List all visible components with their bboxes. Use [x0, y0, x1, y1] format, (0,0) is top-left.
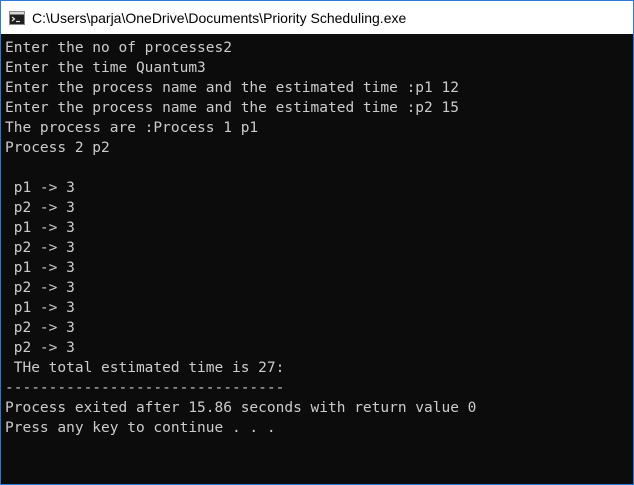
console-window: C:\Users\parja\OneDrive\Documents\Priori… — [0, 0, 634, 485]
console-line: p2 -> 3 — [5, 280, 75, 296]
console-line: p2 -> 3 — [5, 240, 75, 256]
console-line: Enter the process name and the estimated… — [5, 100, 459, 116]
console-line: Enter the time Quantum3 — [5, 60, 206, 76]
console-line: p1 -> 3 — [5, 260, 75, 276]
console-line: p1 -> 3 — [5, 180, 75, 196]
console-line: Enter the no of processes2 — [5, 40, 232, 56]
console-line: p1 -> 3 — [5, 220, 75, 236]
exit-status-line: Process exited after 15.86 seconds with … — [5, 400, 477, 416]
console-app-icon — [9, 10, 25, 25]
separator-line: -------------------------------- — [5, 380, 285, 396]
console-line: The process are :Process 1 p1 — [5, 120, 259, 136]
window-title: C:\Users\parja\OneDrive\Documents\Priori… — [32, 9, 407, 26]
continue-prompt-line: Press any key to continue . . . — [5, 420, 276, 436]
console-line: Enter the process name and the estimated… — [5, 80, 459, 96]
console-line: p2 -> 3 — [5, 340, 75, 356]
console-line: Process 2 p2 — [5, 140, 110, 156]
title-bar[interactable]: C:\Users\parja\OneDrive\Documents\Priori… — [1, 1, 633, 34]
console-line: THe total estimated time is 27: — [5, 360, 285, 376]
console-output[interactable]: Enter the no of processes2 Enter the tim… — [1, 34, 633, 484]
console-line: p2 -> 3 — [5, 320, 75, 336]
console-line: p2 -> 3 — [5, 200, 75, 216]
console-line: p1 -> 3 — [5, 300, 75, 316]
